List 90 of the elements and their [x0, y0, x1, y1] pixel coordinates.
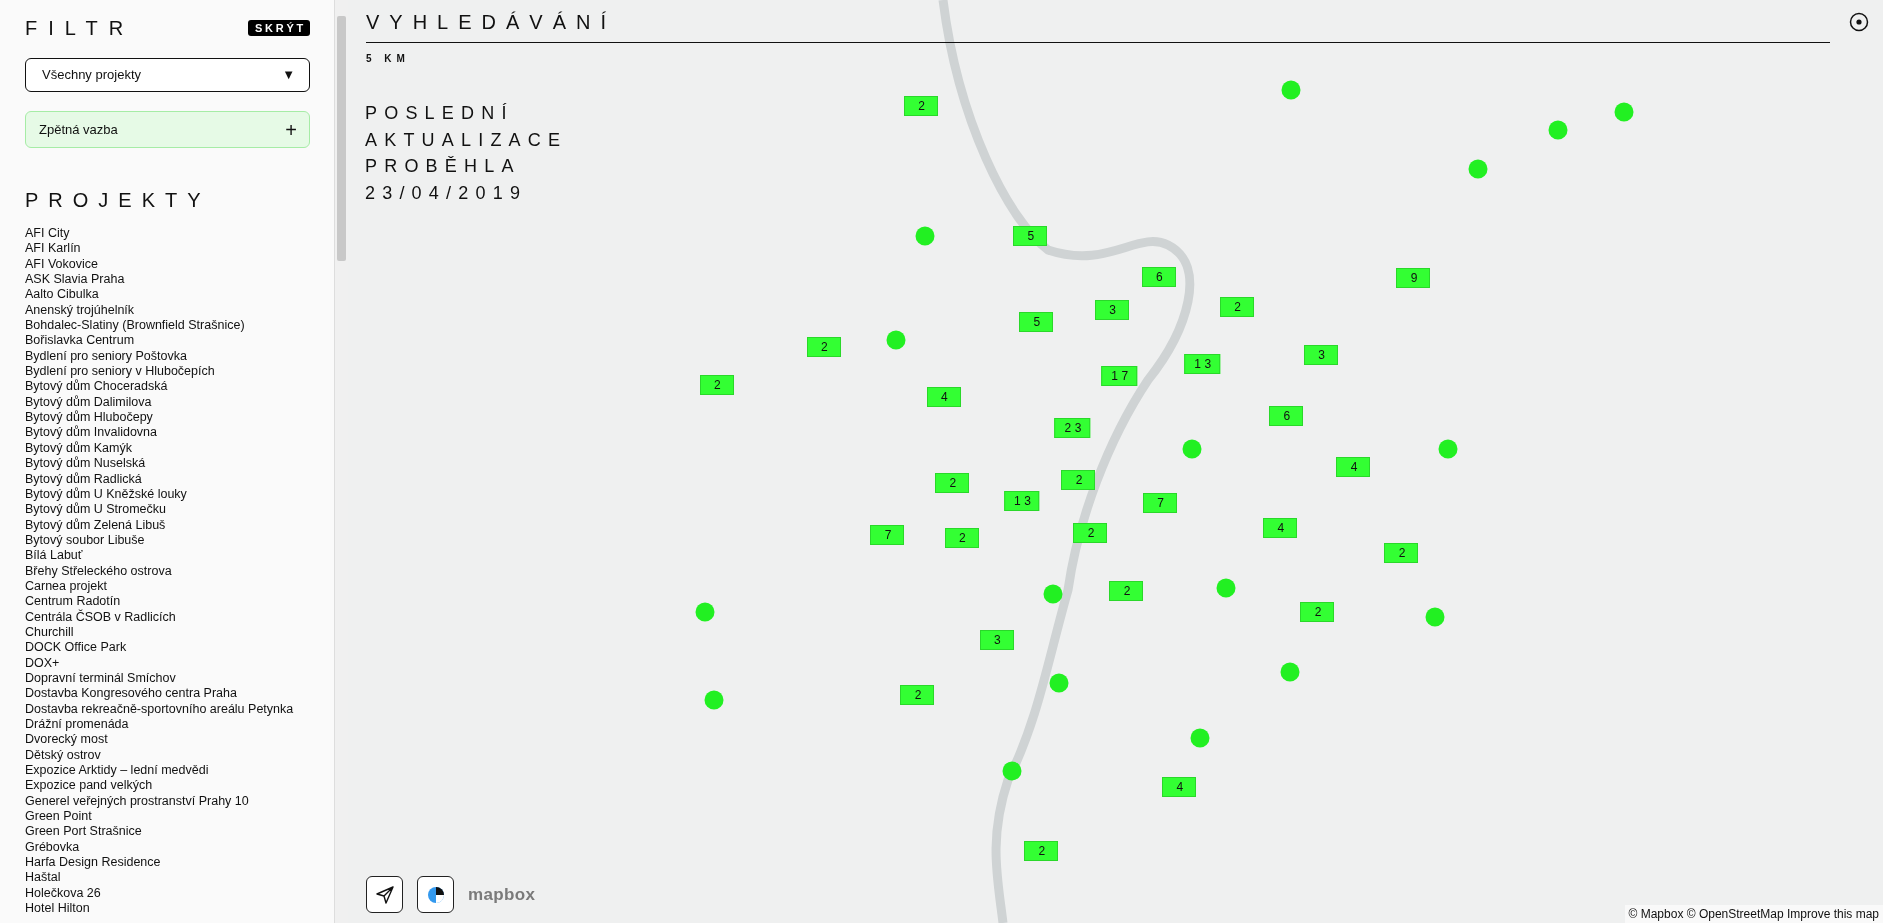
project-link[interactable]: Green Point [25, 809, 310, 825]
attribution-text: © Mapbox © OpenStreetMap [1628, 907, 1784, 921]
project-link[interactable]: Bytový dům Radlická [25, 471, 310, 487]
improve-map-link[interactable]: Improve this map [1786, 907, 1879, 921]
project-link[interactable]: AFI City [25, 226, 310, 242]
project-link[interactable]: Bydlení pro seniory Poštovka [25, 348, 310, 365]
select-value: Všechny projekty [42, 66, 141, 85]
cluster-marker[interactable]: 7 [870, 525, 905, 546]
plus-sign: + [285, 119, 297, 140]
cluster-marker[interactable]: 5 [1019, 311, 1054, 332]
project-link[interactable]: Expozice pand velkých [25, 778, 310, 794]
project-link[interactable]: Carnea projekt [25, 578, 310, 595]
project-link[interactable]: Grébovka [25, 839, 310, 856]
scale-label: 5 KM [366, 52, 410, 66]
cluster-marker[interactable]: 4 [1263, 518, 1298, 539]
project-link[interactable]: Dostavba rekreačně-sportovního areálu Petynka [25, 701, 310, 717]
project-link[interactable]: Bytový dům U Kněžské louky [25, 486, 310, 503]
navigate-button[interactable] [366, 876, 403, 913]
project-link[interactable]: Bytový dům Kamýk [25, 440, 310, 457]
project-link[interactable]: Harfa Design Residence [25, 855, 310, 871]
project-link[interactable]: Holečkova 26 [25, 885, 310, 902]
paper-plane-icon [374, 884, 395, 905]
cluster-marker[interactable]: 2 [900, 684, 935, 705]
project-link[interactable]: Bytový dům Dalimilova [25, 394, 310, 411]
feedback-label: Zpětná vazba [39, 120, 118, 139]
project-link[interactable]: Břehy Střeleckého ostrova [25, 563, 310, 579]
last-update-text: POSLEDNÍ AKTUALIZACE PROBĚHLA 23/04/2019 [365, 102, 569, 205]
cluster-marker[interactable]: 2 [1024, 841, 1059, 861]
project-link[interactable]: Bytový dům U Stromečku [25, 502, 310, 518]
project-link[interactable]: Expozice Arktidy – lední medvědi [25, 763, 310, 779]
project-link[interactable]: ASK Slavia Praha [25, 272, 310, 288]
project-link[interactable]: Anenský trojúhelník [25, 302, 310, 319]
cluster-marker[interactable]: 6 [1269, 406, 1304, 427]
mapbox-logo[interactable]: mapbox [468, 881, 536, 908]
cluster-marker[interactable]: 2 [1384, 543, 1419, 564]
project-link[interactable]: Green Port Strašnice [25, 824, 310, 840]
cluster-marker[interactable]: 2 [1073, 522, 1108, 543]
pie-chart-icon [426, 885, 445, 904]
project-link[interactable]: AFI Vokovice [25, 256, 310, 273]
chart-button[interactable] [417, 876, 454, 913]
cluster-marker[interactable]: 23 [1054, 418, 1091, 439]
cluster-marker[interactable]: 2 [1300, 602, 1335, 623]
cluster-marker[interactable]: 9 [1396, 268, 1431, 289]
cluster-marker[interactable]: 4 [926, 387, 961, 408]
project-link[interactable]: Bytový dům Invalidovna [25, 425, 310, 441]
project-link[interactable]: Centrála ČSOB v Radlicích [25, 609, 310, 625]
search-title: VYHLEDÁVÁNÍ [366, 10, 1830, 43]
project-link[interactable]: Bytový dům Choceradská [25, 379, 310, 395]
dropdown-arrow: ▼ [282, 66, 295, 85]
project-link[interactable]: Dopravní terminál Smíchov [25, 670, 310, 687]
locate-icon[interactable] [1849, 12, 1869, 32]
project-link[interactable]: Bohdalec-Slatiny (Brownfield Strašnice) [25, 318, 310, 334]
feedback-button[interactable]: Zpětná vazba + [25, 111, 310, 148]
cluster-marker[interactable]: 2 [699, 375, 734, 396]
project-link[interactable]: Bytový soubor Libuše [25, 532, 310, 549]
project-link[interactable]: Bílá Labuť [25, 548, 310, 564]
project-link[interactable]: Bytový dům Hlubočepy [25, 410, 310, 426]
project-link[interactable]: DOCK Office Park [25, 640, 310, 656]
cluster-marker[interactable]: 6 [1141, 267, 1176, 288]
project-link[interactable]: Drážní promenáda [25, 717, 310, 733]
cluster-marker[interactable]: 2 [1109, 580, 1144, 601]
project-link[interactable]: Haštal [25, 870, 310, 886]
cluster-marker[interactable]: 13 [1004, 490, 1040, 511]
hide-button[interactable]: SKRÝT [247, 20, 310, 36]
project-link[interactable]: Dvorecký most [25, 732, 310, 748]
cluster-marker[interactable]: 2 [1219, 297, 1254, 318]
projects-heading: PROJEKTY [25, 188, 212, 212]
cluster-marker[interactable]: 4 [1336, 456, 1371, 477]
project-select[interactable]: Všechny projekty ▼ [25, 58, 310, 92]
cluster-marker[interactable]: 2 [935, 472, 970, 493]
project-link[interactable]: Generel veřejných prostranství Prahy 10 [25, 793, 310, 810]
project-link[interactable]: Churchill [25, 624, 310, 641]
project-link[interactable]: Dostavba Kongresového centra Praha [25, 686, 310, 702]
cluster-marker[interactable]: 2 [1061, 470, 1096, 491]
project-link[interactable]: DOX+ [25, 655, 310, 671]
project-link[interactable]: Centrum Radotín [25, 594, 310, 610]
project-link[interactable]: Hotel Hilton [25, 901, 310, 917]
project-link[interactable]: Dětský ostrov [25, 747, 310, 764]
cluster-marker[interactable]: 13 [1184, 353, 1220, 374]
project-link[interactable]: Bydlení pro seniory v Hlubočepích [25, 364, 310, 380]
cluster-marker[interactable]: 5 [1013, 226, 1048, 247]
project-link[interactable]: Aalto Cibulka [25, 287, 310, 303]
project-link[interactable]: Bořislavka Centrum [25, 333, 310, 349]
filter-title: FILTR [25, 16, 135, 40]
cluster-marker[interactable]: 4 [1162, 777, 1197, 798]
cluster-marker[interactable]: 17 [1101, 365, 1137, 386]
project-link[interactable]: AFI Karlín [25, 241, 310, 257]
project-link[interactable]: Bytový dům Zelená Libuš [25, 517, 310, 533]
project-link[interactable]: Bytový dům Nuselská [25, 456, 310, 472]
cluster-marker[interactable]: 3 [1303, 345, 1338, 366]
